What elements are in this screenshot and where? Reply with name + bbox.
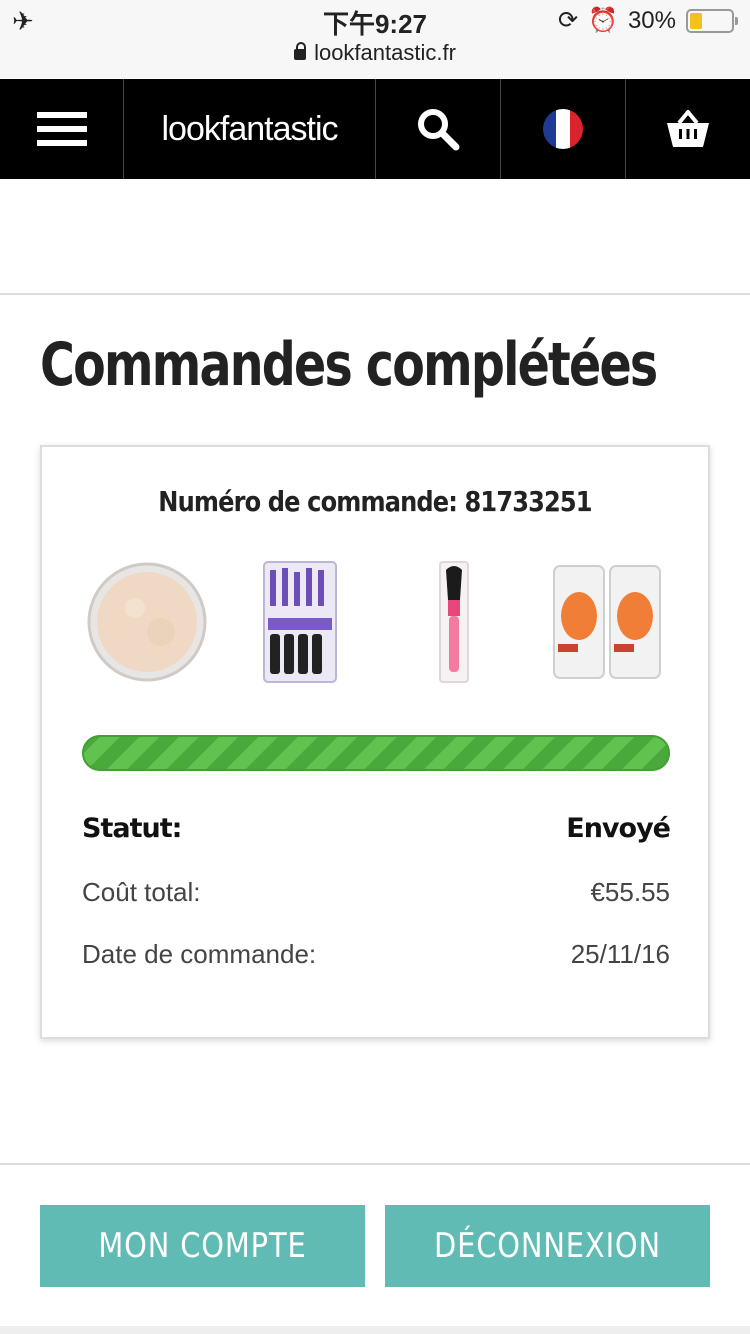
divider — [0, 293, 750, 295]
rotation-lock-icon: ⟳ — [557, 7, 579, 34]
divider — [0, 1163, 750, 1165]
blush-brush-image[interactable] — [389, 557, 519, 687]
my-account-label: MON COMPTE — [98, 1226, 307, 1266]
loose-powder-jar-image[interactable] — [82, 557, 212, 687]
delivery-progress-bar — [82, 735, 670, 771]
menu-button[interactable] — [0, 79, 124, 179]
order-card[interactable]: Numéro de commande: 81733251 Statut: Env… — [40, 445, 710, 1039]
status-value: Envoyé — [566, 813, 671, 844]
search-icon — [418, 109, 460, 151]
bottom-bar — [0, 1326, 750, 1334]
search-button[interactable] — [376, 79, 501, 179]
status-bar: ✈ 下午9:27 ⟳ ⏰ 30% lookfantastic.fr — [0, 0, 750, 78]
date-value: 25/11/16 — [570, 939, 670, 969]
order-products — [82, 557, 672, 687]
date-row: Date de commande: 25/11/16 — [82, 939, 670, 970]
page-title: Commandes complétées — [40, 330, 658, 400]
logo: lookfantastic — [161, 109, 339, 148]
country-selector[interactable] — [501, 79, 626, 179]
status-row: Statut: Envoyé — [82, 813, 671, 844]
makeup-sponges-image[interactable] — [542, 557, 672, 687]
status-icons: ⟳ ⏰ 30% — [557, 6, 738, 35]
total-label: Coût total: — [82, 877, 201, 907]
basket-icon — [667, 110, 709, 147]
date-label: Date de commande: — [82, 939, 317, 969]
brush-set-image[interactable] — [235, 557, 365, 687]
basket-button[interactable] — [626, 79, 750, 179]
logo-link[interactable]: lookfantastic — [124, 79, 376, 179]
top-navigation: lookfantastic — [0, 79, 750, 179]
lock-icon — [294, 42, 307, 60]
url-text: lookfantastic.fr — [314, 40, 456, 65]
logout-button[interactable]: DÉCONNEXION — [385, 1205, 710, 1287]
alarm-icon: ⏰ — [588, 7, 618, 34]
status-label: Statut: — [82, 813, 182, 844]
my-account-button[interactable]: MON COMPTE — [40, 1205, 365, 1287]
battery-icon — [686, 8, 738, 33]
flag-france-icon — [543, 109, 583, 149]
total-value: €55.55 — [590, 877, 670, 907]
address-bar[interactable]: lookfantastic.fr — [0, 40, 750, 66]
total-row: Coût total: €55.55 — [82, 877, 670, 908]
order-number: Numéro de commande: 81733251 — [158, 485, 592, 518]
battery-percent: 30% — [627, 6, 676, 34]
logout-label: DÉCONNEXION — [434, 1226, 661, 1266]
menu-icon — [36, 104, 87, 154]
battery-fill — [690, 12, 702, 29]
